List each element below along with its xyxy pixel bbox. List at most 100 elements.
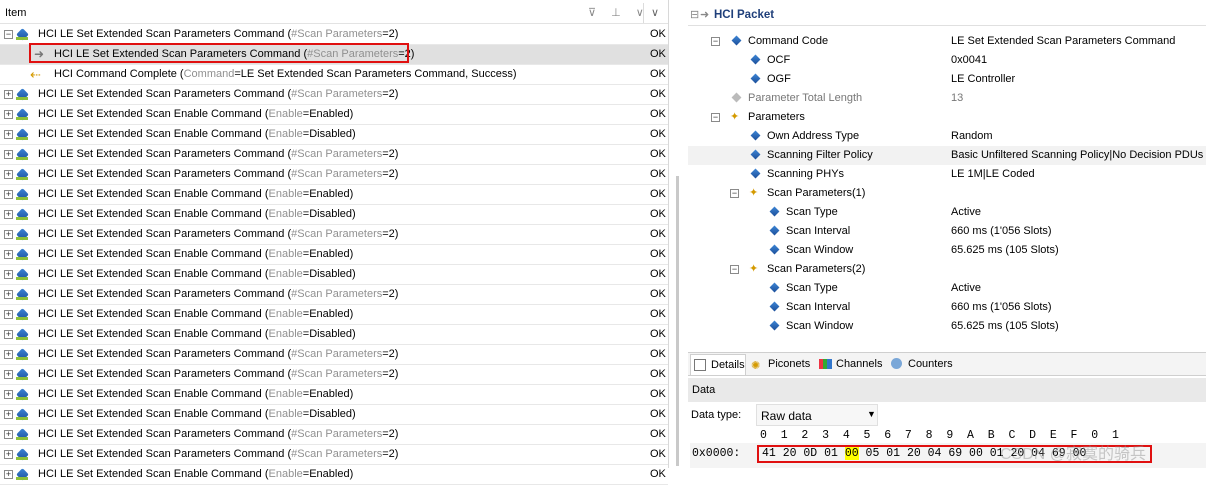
packet-row[interactable]: + HCI LE Set Extended Scan Enable Command… <box>0 385 668 405</box>
field-icon <box>769 301 780 312</box>
packet-row[interactable]: + HCI LE Set Extended Scan Enable Command… <box>0 185 668 205</box>
expand-icon[interactable]: + <box>4 390 13 399</box>
expand-icon[interactable]: + <box>4 310 13 319</box>
packet-row[interactable]: + HCI LE Set Extended Scan Parameters Com… <box>0 225 668 245</box>
collapse-icon[interactable]: − <box>730 265 739 274</box>
collapse-icon[interactable]: ⊟ <box>690 8 699 21</box>
packet-row[interactable]: + HCI LE Set Extended Scan Enable Command… <box>0 245 668 265</box>
collapse-icon[interactable]: − <box>711 37 720 46</box>
detail-row[interactable]: Scan Window 65.625 ms (105 Slots) <box>688 317 1206 336</box>
packet-row[interactable]: + HCI LE Set Extended Scan Enable Command… <box>0 265 668 285</box>
chevron-down-icon[interactable]: ∨ <box>651 6 659 19</box>
field-label: Scan Window <box>786 320 854 332</box>
expand-icon[interactable]: + <box>4 170 13 179</box>
detail-row[interactable]: − ✦ Scan Parameters(1) <box>688 184 1206 203</box>
field-value: 0x0041 <box>951 54 988 66</box>
tab-counters[interactable]: Counters <box>888 356 953 372</box>
packet-row[interactable]: + HCI LE Set Extended Scan Parameters Com… <box>0 285 668 305</box>
filter-pin-icons[interactable]: ⊽ ⊥ ∨ <box>588 6 650 19</box>
scrollbar[interactable] <box>676 176 679 466</box>
packet-row[interactable]: ⇠ HCI Command Complete (Command=LE Set Ex… <box>0 65 668 85</box>
tab-piconets[interactable]: ✺ Piconets <box>748 356 810 372</box>
hex-address: 0x0000: <box>692 447 741 460</box>
detail-row[interactable]: Scan Interval 660 ms (1'056 Slots) <box>688 222 1206 241</box>
detail-row[interactable]: Scan Interval 660 ms (1'056 Slots) <box>688 298 1206 317</box>
dropdown-arrow-icon: ▼ <box>867 409 876 419</box>
collapse-icon[interactable]: − <box>4 30 13 39</box>
packet-row[interactable]: + HCI LE Set Extended Scan Enable Command… <box>0 305 668 325</box>
expand-icon[interactable]: + <box>4 90 13 99</box>
expand-icon[interactable]: + <box>4 410 13 419</box>
packet-row[interactable]: + HCI LE Set Extended Scan Parameters Com… <box>0 85 668 105</box>
packet-row[interactable]: + HCI LE Set Extended Scan Enable Command… <box>0 205 668 225</box>
detail-row[interactable]: OGF LE Controller <box>688 70 1206 89</box>
tab-channels[interactable]: Channels <box>816 356 882 372</box>
detail-row[interactable]: Scan Window 65.625 ms (105 Slots) <box>688 241 1206 260</box>
data-type-value: Raw data <box>761 409 812 423</box>
packet-row[interactable]: + HCI LE Set Extended Scan Enable Command… <box>0 465 668 485</box>
hci-command-icon <box>16 27 32 42</box>
expand-icon[interactable]: + <box>4 430 13 439</box>
detail-row[interactable]: − ✦ Parameters <box>688 108 1206 127</box>
detail-row[interactable]: Scanning PHYs LE 1M|LE Coded <box>688 165 1206 184</box>
hci-command-icon <box>16 347 32 362</box>
packet-row[interactable]: + HCI LE Set Extended Scan Parameters Com… <box>0 445 668 465</box>
packet-summary: HCI LE Set Extended Scan Enable Command … <box>38 208 356 220</box>
status-cell: OK <box>650 88 666 100</box>
status-cell: OK <box>650 188 666 200</box>
expand-icon[interactable]: + <box>4 290 13 299</box>
packet-row[interactable]: + HCI LE Set Extended Scan Parameters Com… <box>0 345 668 365</box>
expand-icon[interactable]: + <box>4 470 13 479</box>
packet-row[interactable]: + HCI LE Set Extended Scan Enable Command… <box>0 105 668 125</box>
packet-summary: HCI LE Set Extended Scan Enable Command … <box>38 468 354 480</box>
field-icon <box>769 206 780 217</box>
hci-command-icon <box>16 367 32 382</box>
expand-icon[interactable]: + <box>4 130 13 139</box>
packet-summary: HCI LE Set Extended Scan Parameters Comm… <box>38 228 399 240</box>
collapse-icon[interactable]: − <box>711 113 720 122</box>
expand-icon[interactable]: + <box>4 110 13 119</box>
detail-row[interactable]: Scanning Filter Policy Basic Unfiltered S… <box>688 146 1206 165</box>
details-icon <box>694 359 706 371</box>
detail-row[interactable]: − Command Code LE Set Extended Scan Parame… <box>688 32 1206 51</box>
expand-icon[interactable]: + <box>4 150 13 159</box>
field-value: Active <box>951 282 981 294</box>
status-cell: OK <box>650 208 666 220</box>
expand-icon[interactable]: + <box>4 350 13 359</box>
expand-icon[interactable]: + <box>4 330 13 339</box>
tab-details[interactable]: Details <box>690 354 746 375</box>
field-label: Scan Window <box>786 244 854 256</box>
status-cell: OK <box>650 408 666 420</box>
packet-row[interactable]: + HCI LE Set Extended Scan Enable Command… <box>0 125 668 145</box>
expand-icon[interactable]: + <box>4 190 13 199</box>
detail-row[interactable]: Own Address Type Random <box>688 127 1206 146</box>
packet-row[interactable]: + HCI LE Set Extended Scan Parameters Com… <box>0 145 668 165</box>
status-cell: OK <box>650 328 666 340</box>
packet-row[interactable]: − HCI LE Set Extended Scan Parameters Com… <box>0 25 668 45</box>
status-cell: OK <box>650 48 666 60</box>
expand-icon[interactable]: + <box>4 370 13 379</box>
field-value: LE Set Extended Scan Parameters Command <box>951 35 1176 47</box>
data-type-select[interactable]: Raw data ▼ <box>756 404 878 426</box>
detail-row[interactable]: Parameter Total Length 13 <box>688 89 1206 108</box>
expand-icon[interactable]: + <box>4 250 13 259</box>
detail-row[interactable]: Scan Type Active <box>688 279 1206 298</box>
packet-row[interactable]: + HCI LE Set Extended Scan Parameters Com… <box>0 365 668 385</box>
detail-row[interactable]: Scan Type Active <box>688 203 1206 222</box>
packet-row[interactable]: + HCI LE Set Extended Scan Enable Command… <box>0 325 668 345</box>
collapse-icon[interactable]: − <box>730 189 739 198</box>
expand-icon[interactable]: + <box>4 270 13 279</box>
detail-row[interactable]: OCF 0x0041 <box>688 51 1206 70</box>
field-value: LE 1M|LE Coded <box>951 168 1035 180</box>
field-icon <box>731 35 742 46</box>
expand-icon[interactable]: + <box>4 210 13 219</box>
expand-icon[interactable]: + <box>4 230 13 239</box>
detail-row[interactable]: − ✦ Scan Parameters(2) <box>688 260 1206 279</box>
packet-row[interactable]: + HCI LE Set Extended Scan Parameters Com… <box>0 165 668 185</box>
packet-row[interactable]: + HCI LE Set Extended Scan Enable Command… <box>0 405 668 425</box>
field-label: Scan Type <box>786 206 838 218</box>
expand-icon[interactable]: + <box>4 450 13 459</box>
packet-row[interactable]: + HCI LE Set Extended Scan Parameters Com… <box>0 425 668 445</box>
field-value: 660 ms (1'056 Slots) <box>951 225 1052 237</box>
item-column-header[interactable]: Item <box>5 7 26 19</box>
